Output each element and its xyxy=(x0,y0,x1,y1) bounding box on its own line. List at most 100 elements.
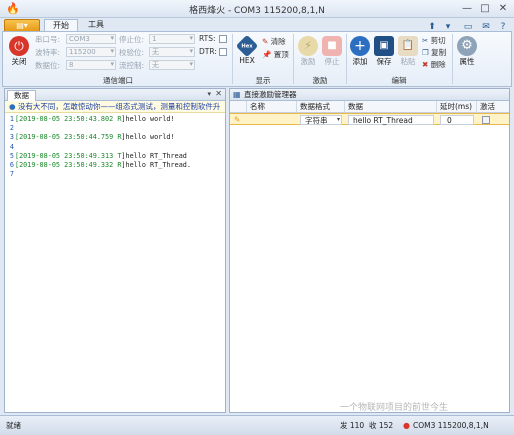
eraser-icon: ✎ xyxy=(262,37,269,46)
line-number: 6 xyxy=(9,160,14,169)
pane-close-icon[interactable]: ✕ xyxy=(215,89,222,98)
close-window-button[interactable]: ✕ xyxy=(495,2,511,15)
line-number: 4 xyxy=(9,142,14,151)
col-delay[interactable]: 延时(ms) xyxy=(440,102,472,112)
data-pane: 数据 ▾ ✕ ● 没有大不同，怎敢惊动你——组态式测试，测量和控制软件升 1[2… xyxy=(4,88,226,413)
stop-excite-button[interactable]: ■ 停止 xyxy=(321,36,343,67)
flowctrl-label: 流控制: xyxy=(119,61,145,70)
watermark: 一个物联网项目的前世今生 xyxy=(340,403,449,413)
group-excite-label: 激励 xyxy=(312,76,328,85)
maximize-button[interactable]: □ xyxy=(477,2,493,15)
copy-button[interactable]: ❐ 复制 xyxy=(422,47,446,58)
floppy-icon: ▣ xyxy=(374,36,394,56)
sent-count: 发 110 xyxy=(340,421,365,430)
group-edit-label: 编辑 xyxy=(391,76,407,85)
baud-select[interactable]: 115200 xyxy=(66,47,116,57)
save-button[interactable]: ▣ 保存 xyxy=(373,36,395,67)
stop-icon: ■ xyxy=(322,36,342,56)
databits-label: 数据位: xyxy=(35,61,61,70)
baud-label: 波特率: xyxy=(35,48,61,57)
pin-top-button[interactable]: 📌 置顶 xyxy=(262,49,289,60)
app-menu-icon: ▤▾ xyxy=(16,21,28,30)
pane-dropdown-icon[interactable]: ▾ xyxy=(207,90,211,98)
line-number: 1 xyxy=(9,115,14,123)
log-message: ]hello RT_Thread xyxy=(121,151,187,160)
line-number: 2 xyxy=(9,124,14,133)
delete-button[interactable]: ✖ 删除 xyxy=(422,59,446,70)
properties-label: 属性 xyxy=(459,57,475,66)
flowctrl-select[interactable]: 无 xyxy=(149,60,195,70)
cut-label: 剪切 xyxy=(430,36,446,45)
paste-button[interactable]: 📋 粘贴 xyxy=(397,36,419,67)
log-view[interactable]: 1[2019-08-05 23:50:43.802 R]hello world!… xyxy=(5,115,225,179)
stop-excite-label: 停止 xyxy=(324,57,340,66)
data-pane-tabs: 数据 ▾ ✕ xyxy=(5,89,225,101)
group-separator xyxy=(452,34,453,84)
hex-button[interactable]: Hex HEX xyxy=(235,34,259,65)
row-active-checkbox[interactable] xyxy=(482,116,490,124)
excite-manager-header: ▦ 直接激励管理器 xyxy=(230,89,509,101)
line-number: 5 xyxy=(9,151,14,160)
hex-icon: Hex xyxy=(235,34,259,58)
line-number: 7 xyxy=(9,170,14,179)
ad-banner-text: 没有大不同，怎敢惊动你——组态式测试，测量和控制软件升 xyxy=(17,102,221,111)
port-status-icon: ● xyxy=(403,421,410,430)
start-excite-button[interactable]: ⚡ 激励 xyxy=(297,36,319,67)
row-delay[interactable]: 0 xyxy=(440,115,474,125)
status-ready: 就绪 xyxy=(6,421,21,430)
log-timestamp: [2019-08-05 23:50:43.802 xyxy=(15,115,118,123)
log-message: ]hello world! xyxy=(121,133,175,142)
grid-icon: ▦ xyxy=(233,90,241,99)
port-select[interactable]: COM3 xyxy=(66,34,116,44)
log-line: 7 xyxy=(5,170,225,179)
ad-banner[interactable]: ● 没有大不同，怎敢惊动你——组态式测试，测量和控制软件升 xyxy=(5,101,225,113)
clipboard-icon: 📋 xyxy=(398,36,418,56)
add-label: 添加 xyxy=(352,57,368,66)
ribbon-tab-row: ▤▾ 开始 工具 ⬆ ▾ ▭ ✉ ? xyxy=(0,18,514,33)
tab-data[interactable]: 数据 xyxy=(7,90,36,101)
databits-select[interactable]: 8 xyxy=(66,60,116,70)
clear-button[interactable]: ✎ 清除 xyxy=(262,36,286,47)
row-data[interactable]: hello RT_Thread xyxy=(348,115,434,125)
format-dropdown-icon[interactable]: ▾ xyxy=(334,115,343,125)
col-active[interactable]: 激活 xyxy=(480,102,495,112)
minimize-button[interactable]: — xyxy=(459,2,475,15)
log-timestamp: [2019-08-05 23:50:49.313 xyxy=(15,151,118,160)
save-label: 保存 xyxy=(376,57,392,66)
stopbits-label: 停止位: xyxy=(119,35,145,44)
scissors-icon: ✂ xyxy=(422,36,429,45)
stopbits-select[interactable]: 1 xyxy=(149,34,195,44)
parity-label: 校验位: xyxy=(119,48,145,57)
log-line: 3[2019-08-05 23:50:44.759 R]hello world! xyxy=(5,133,225,142)
log-timestamp: [2019-08-05 23:50:44.759 xyxy=(15,133,118,142)
log-message: ]hello world! xyxy=(121,115,175,123)
rts-checkbox[interactable] xyxy=(219,35,227,43)
dtr-checkbox[interactable] xyxy=(219,48,227,56)
copy-icon: ❐ xyxy=(422,48,429,57)
col-format[interactable]: 数据格式 xyxy=(300,102,330,112)
pin-top-label: 置顶 xyxy=(273,50,289,59)
group-display-label: 显示 xyxy=(255,76,271,85)
col-name[interactable]: 名称 xyxy=(250,102,265,112)
log-timestamp: [2019-08-05 23:50:49.332 xyxy=(15,160,118,169)
group-port-label: 通信端口 xyxy=(103,76,133,85)
excite-manager-title: 直接激励管理器 xyxy=(244,90,297,99)
add-button[interactable]: + 添加 xyxy=(349,36,371,67)
status-bar: 就绪 发 110 收 152 ● COM3 115200,8,1,N 一个物联网… xyxy=(0,403,514,435)
table-row[interactable]: ✎ 字符串 ▾ hello RT_Thread 0 xyxy=(230,113,509,125)
paste-label: 粘贴 xyxy=(400,57,416,66)
window-title: 格西烽火 - COM3 115200,8,1,N xyxy=(189,6,325,16)
delete-x-icon: ✖ xyxy=(422,60,429,69)
lightning-icon: ⚡ xyxy=(298,36,318,56)
rts-label: RTS: xyxy=(199,34,216,43)
close-port-button[interactable]: ⏻ 关闭 xyxy=(7,36,31,67)
log-line: 5[2019-08-05 23:50:49.313 T]hello RT_Thr… xyxy=(5,152,225,161)
cut-button[interactable]: ✂ 剪切 xyxy=(422,35,446,46)
copy-label: 复制 xyxy=(431,48,447,57)
port-label: 串口号: xyxy=(35,35,61,44)
recv-count: 收 152 xyxy=(369,421,394,430)
col-data[interactable]: 数据 xyxy=(348,102,363,112)
parity-select[interactable]: 无 xyxy=(149,47,195,57)
properties-button[interactable]: ⚙ 属性 xyxy=(455,36,479,67)
port-status: COM3 115200,8,1,N xyxy=(413,421,489,430)
